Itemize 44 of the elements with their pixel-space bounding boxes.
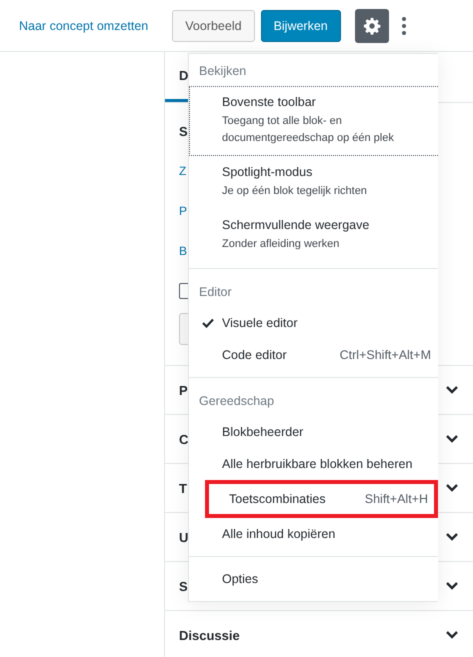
menu-item-label: Opties xyxy=(222,572,258,586)
menu-item-description: Je op één blok tegelijk richten xyxy=(222,184,368,199)
menu-item[interactable]: Alle inhoud kopiëren xyxy=(189,518,438,550)
settings-button[interactable] xyxy=(354,8,389,42)
menu-item-label: Toetscombinaties xyxy=(229,492,326,506)
chevron-down-icon xyxy=(445,581,459,591)
sidebar-link[interactable]: B xyxy=(179,231,188,271)
menu-item[interactable]: Opties xyxy=(189,563,438,595)
menu-item-description: Toegang tot alle blok- en documentgereedschap op één plek xyxy=(222,114,395,146)
menu-item-label: Spotlight-modus xyxy=(222,165,312,179)
more-options-icon[interactable] xyxy=(400,16,407,36)
update-button[interactable]: Bijwerken xyxy=(260,10,341,42)
menu-item-label: Visuele editor xyxy=(222,316,298,330)
menu-item-label: Alle inhoud kopiëren xyxy=(222,527,336,541)
chevron-down-icon xyxy=(445,630,459,640)
menu-item[interactable]: Code editor Ctrl+Shift+Alt+M xyxy=(189,339,438,371)
chevron-down-icon xyxy=(445,532,459,542)
sidebar-text: S xyxy=(179,122,188,140)
menu-item-label: Code editor xyxy=(222,348,287,362)
chevron-down-icon xyxy=(445,483,459,493)
switch-to-draft-link[interactable]: Naar concept omzetten xyxy=(19,18,148,32)
menu-item-label: Schermvullende weergave xyxy=(222,218,370,232)
menu-group-title: Gereedschap xyxy=(198,393,276,410)
keyboard-shortcut: Shift+Alt+H xyxy=(364,492,428,506)
chevron-down-icon xyxy=(445,434,459,444)
menu-item[interactable]: Bovenste toolbar Toegang tot alle blok- en documentgereedschap op één plek xyxy=(189,86,438,156)
sidebar-link[interactable]: P xyxy=(179,191,188,231)
menu-item-label: Alle herbruikbare blokken beheren xyxy=(222,457,412,471)
menu-group-title: Editor xyxy=(198,284,233,301)
preview-button[interactable]: Voorbeeld xyxy=(172,10,255,42)
menu-item[interactable]: Blokbeheerder xyxy=(189,416,438,448)
menu-item-description: Zonder afleiding werken xyxy=(222,237,340,252)
menu-item[interactable]: Visuele editor xyxy=(189,307,438,339)
menu-item[interactable]: Spotlight-modus Je op één blok tegelijk richten xyxy=(189,156,438,209)
menu-item-label: Bovenste toolbar xyxy=(222,95,316,109)
sidebar-link[interactable]: Z xyxy=(179,151,186,191)
menu-item-label: Blokbeheerder xyxy=(222,425,304,439)
menu-item[interactable]: Schermvullende weergave Zonder afleiding werken xyxy=(189,209,438,262)
menu-item[interactable]: Toetscombinaties Shift+Alt+H xyxy=(205,480,438,518)
panel-header[interactable]: Discussie xyxy=(165,611,473,657)
menu-item[interactable]: Alle herbruikbare blokken beheren xyxy=(189,448,438,480)
settings-icon xyxy=(362,16,381,34)
chevron-down-icon xyxy=(445,385,459,395)
keyboard-shortcut: Ctrl+Shift+Alt+M xyxy=(340,348,431,362)
